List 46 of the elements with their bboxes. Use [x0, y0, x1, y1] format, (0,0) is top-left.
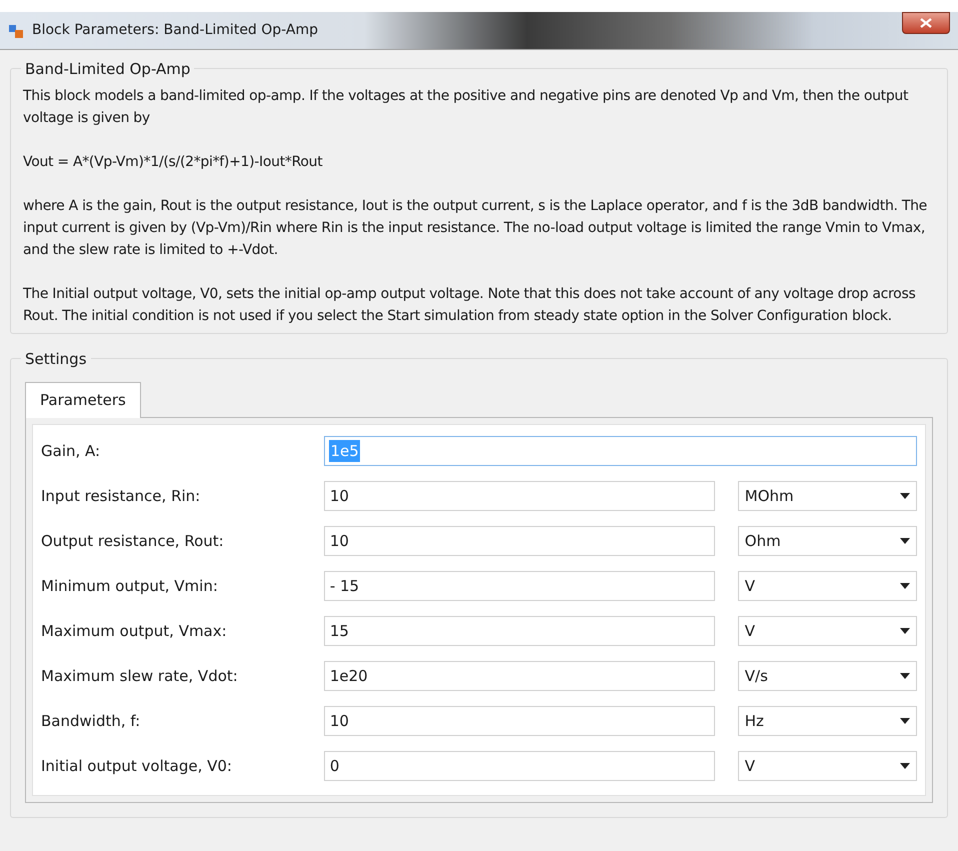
field-value: - 15 — [328, 576, 360, 597]
caret-icon — [900, 583, 910, 589]
field-value: 10 — [328, 486, 350, 507]
caret-icon — [900, 628, 910, 634]
description-paragraph: The Initial output voltage, V0, sets the initial op-amp output voltage. Note that this does not take account of any voltage drop across Rout. The initial condition is not used if you select the Start simulation from steady state option in the Solver Configuration block. — [23, 285, 916, 326]
value-field[interactable]: - 15 — [324, 571, 715, 601]
caret-icon — [900, 493, 910, 499]
block-icon — [8, 22, 24, 38]
description-paragraph: where A is the gain, Rout is the output resistance, Iout is the output current, s is the Laplace operator, and f is the 3dB bandwidth. The input current is given by (Vp-Vm)/Rin where Rin is the input resistance. The no-load output voltage is limited the range Vmin to Vmax, and the slew rate is limited to +-Vdot. — [23, 197, 928, 260]
unit-dropdown[interactable]: Hz — [738, 706, 917, 736]
field-value: 1e20 — [328, 666, 369, 687]
caret-icon — [900, 673, 910, 679]
window-title: Block Parameters: Band-Limited Op-Amp — [32, 21, 318, 40]
unit-dropdown[interactable]: V — [738, 616, 917, 646]
unit-dropdown[interactable]: V — [738, 751, 917, 781]
unit-dropdown[interactable]: MOhm — [738, 481, 917, 511]
parameter-label: Output resistance, Rout: — [41, 530, 225, 552]
tab[interactable]: Parameters — [25, 382, 141, 418]
caret-icon — [900, 718, 910, 724]
parameter-label: Gain, A: — [41, 440, 102, 462]
field-value: 15 — [328, 620, 350, 642]
caret-icon — [900, 763, 910, 769]
field-value: 10 — [328, 710, 350, 732]
field-value: 10 — [328, 530, 350, 552]
value-field[interactable]: 1e20 — [324, 661, 715, 691]
unit-dropdown[interactable]: V/s — [738, 661, 917, 691]
unit-dropdown[interactable]: V — [738, 571, 917, 601]
value-field[interactable]: 10 — [324, 481, 715, 511]
parameter-label: Minimum output, Vmin: — [41, 576, 219, 597]
description-paragraph: Vout = A*(Vp-Vm)*1/(s/(2*pi*f)+1)-Iout*Rout — [23, 153, 324, 172]
parameter-label: Bandwidth, f: — [41, 710, 142, 732]
value-field[interactable]: 10 — [324, 706, 715, 736]
field-value: 0 — [328, 756, 340, 777]
value-field[interactable]: 15 — [324, 616, 715, 646]
parameter-label: Maximum slew rate, Vdot: — [41, 666, 239, 687]
field-value: 1e5 — [329, 440, 360, 462]
close-button[interactable] — [902, 12, 950, 34]
parameter-label: Maximum output, Vmax: — [41, 620, 228, 642]
unit-dropdown[interactable]: Ohm — [738, 526, 917, 556]
value-field[interactable]: 10 — [324, 526, 715, 556]
caret-icon — [900, 538, 910, 544]
close-icon — [920, 18, 932, 28]
description-paragraph: This block models a band-limited op-amp. If the voltages at the positive and negative pins are denoted Vp and Vm, then the output voltage is given by — [23, 87, 910, 128]
parameter-label: Initial output voltage, V0: — [41, 756, 233, 777]
parameter-label: Input resistance, Rin: — [41, 486, 202, 507]
value-field[interactable]: 0 — [324, 751, 715, 781]
